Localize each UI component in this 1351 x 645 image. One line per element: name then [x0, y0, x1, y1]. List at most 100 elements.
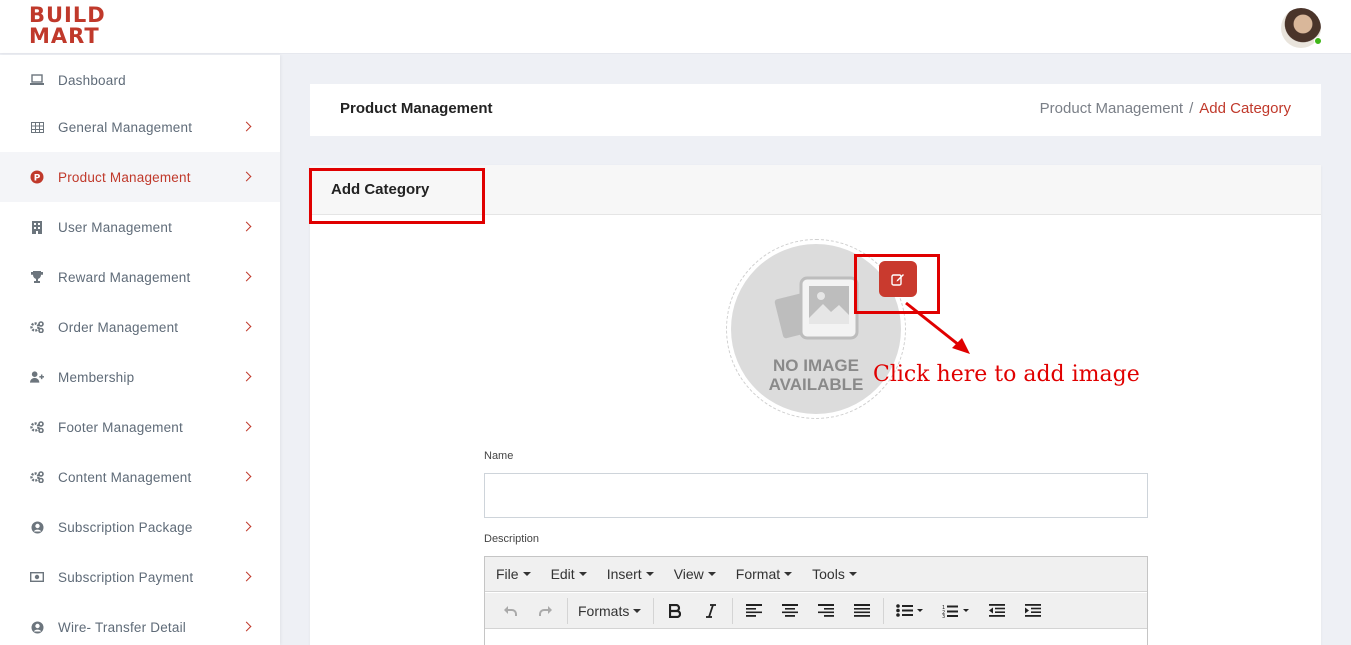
toolbar-separator	[567, 597, 568, 624]
product-p-icon: P	[30, 170, 44, 184]
caret-down-icon	[784, 572, 793, 576]
redo-button[interactable]	[531, 596, 561, 626]
money-icon	[30, 570, 44, 584]
cogs-icon	[30, 420, 44, 434]
avatar[interactable]	[1281, 8, 1322, 48]
undo-button[interactable]	[495, 596, 525, 626]
cogs-icon	[30, 320, 44, 334]
formats-dropdown[interactable]: Formats	[578, 603, 642, 619]
sidebar-item-subscription-package[interactable]: Subscription Package	[0, 502, 280, 552]
sidebar-item-label: Dashboard	[58, 72, 126, 88]
align-justify-button[interactable]	[847, 596, 877, 626]
user-circle-icon	[30, 520, 44, 534]
bullet-list-icon	[896, 604, 924, 617]
menu-edit[interactable]: Edit	[551, 566, 587, 582]
breadcrumb: Product Management / Add Category	[1040, 100, 1291, 117]
chevron-right-icon	[241, 371, 252, 382]
sidebar-item-order-management[interactable]: Order Management	[0, 302, 280, 352]
description-label: Description	[484, 533, 540, 545]
sidebar-item-wire-transfer-detail[interactable]: Wire- Transfer Detail	[0, 602, 280, 645]
bullet-list-button[interactable]	[890, 596, 930, 626]
numbered-list-button[interactable]: 123	[936, 596, 976, 626]
sidebar-item-label: Wire- Transfer Detail	[58, 619, 186, 635]
page-title: Product Management	[340, 100, 493, 117]
redo-icon	[539, 605, 552, 616]
sidebar-item-user-management[interactable]: User Management	[0, 202, 280, 252]
sidebar-item-general-management[interactable]: General Management	[0, 102, 280, 152]
outdent-button[interactable]	[982, 596, 1012, 626]
sidebar-item-label: Subscription Package	[58, 519, 193, 535]
menu-format[interactable]: Format	[736, 566, 793, 582]
edit-image-button[interactable]	[879, 261, 917, 297]
annotation-callout: Click here to add image	[873, 362, 1140, 387]
name-label: Name	[484, 450, 514, 462]
menu-view[interactable]: View	[674, 566, 716, 582]
logo-line-1: BUILD	[29, 3, 106, 27]
sidebar-item-label: Content Management	[58, 469, 192, 485]
description-editor: File Edit Insert View Format Tools Forma…	[484, 556, 1148, 645]
undo-icon	[504, 605, 517, 616]
cogs-icon	[30, 470, 44, 484]
add-category-card: Add Category NO IMAGE AVAILABLE Click he…	[309, 165, 1321, 645]
caret-down-icon	[522, 572, 531, 576]
toolbar-separator	[883, 597, 885, 624]
svg-text:P: P	[34, 174, 41, 184]
user-plus-icon	[30, 370, 44, 384]
svg-text:3: 3	[942, 614, 945, 618]
building-icon	[30, 220, 44, 234]
align-left-button[interactable]	[739, 596, 769, 626]
page-header: Product Management Product Management / …	[310, 84, 1321, 136]
name-input[interactable]	[484, 473, 1148, 518]
align-right-icon	[818, 604, 835, 617]
align-justify-icon	[854, 604, 871, 617]
chevron-right-icon	[241, 571, 252, 582]
breadcrumb-current: Add Category	[1199, 100, 1291, 117]
sidebar-item-label: Product Management	[58, 169, 191, 185]
chevron-right-icon	[241, 171, 252, 182]
chevron-right-icon	[241, 321, 252, 332]
photo-icon	[774, 276, 859, 340]
card-header: Add Category	[310, 165, 1321, 215]
sidebar-item-reward-management[interactable]: Reward Management	[0, 252, 280, 302]
editor-toolbar: Formats 1 2 3	[485, 593, 1147, 629]
align-right-button[interactable]	[811, 596, 841, 626]
user-circle-icon	[30, 620, 44, 634]
logo[interactable]: BUILD MART	[29, 5, 106, 47]
chevron-right-icon	[241, 121, 252, 132]
menu-insert[interactable]: Insert	[607, 566, 654, 582]
sidebar-item-label: Subscription Payment	[58, 569, 194, 585]
table-icon	[30, 120, 44, 134]
sidebar-item-label: Membership	[58, 369, 135, 385]
sidebar-item-label: Order Management	[58, 319, 179, 335]
sidebar-item-label: User Management	[58, 219, 173, 235]
menu-tools[interactable]: Tools	[812, 566, 857, 582]
menu-file[interactable]: File	[496, 566, 531, 582]
italic-button[interactable]	[696, 596, 726, 626]
sidebar-item-product-management[interactable]: P Product Management	[0, 152, 280, 202]
sidebar-item-footer-management[interactable]: Footer Management	[0, 402, 280, 452]
align-center-button[interactable]	[775, 596, 805, 626]
align-center-icon	[782, 604, 799, 617]
sidebar-item-label: Reward Management	[58, 269, 191, 285]
numbered-list-icon: 123	[942, 605, 970, 618]
sidebar-item-membership[interactable]: Membership	[0, 352, 280, 402]
breadcrumb-link-product-management[interactable]: Product Management	[1040, 100, 1183, 117]
sidebar-item-dashboard[interactable]: Dashboard	[0, 55, 280, 105]
laptop-icon	[30, 73, 44, 87]
caret-down-icon	[645, 572, 654, 576]
chevron-right-icon	[241, 221, 252, 232]
sidebar-item-subscription-payment[interactable]: Subscription Payment	[0, 552, 280, 602]
sidebar-item-content-management[interactable]: Content Management	[0, 452, 280, 502]
align-left-icon	[746, 604, 763, 617]
top-bar: BUILD MART	[0, 0, 1351, 54]
bold-icon	[669, 603, 682, 618]
bold-button[interactable]	[660, 596, 690, 626]
online-status-dot	[1314, 37, 1322, 45]
chevron-right-icon	[241, 621, 252, 632]
indent-button[interactable]	[1018, 596, 1048, 626]
chevron-right-icon	[241, 271, 252, 282]
annotation-arrow	[905, 301, 970, 354]
editor-menubar: File Edit Insert View Format Tools	[485, 557, 1147, 592]
edit-icon	[891, 274, 904, 286]
indent-icon	[1025, 604, 1042, 617]
